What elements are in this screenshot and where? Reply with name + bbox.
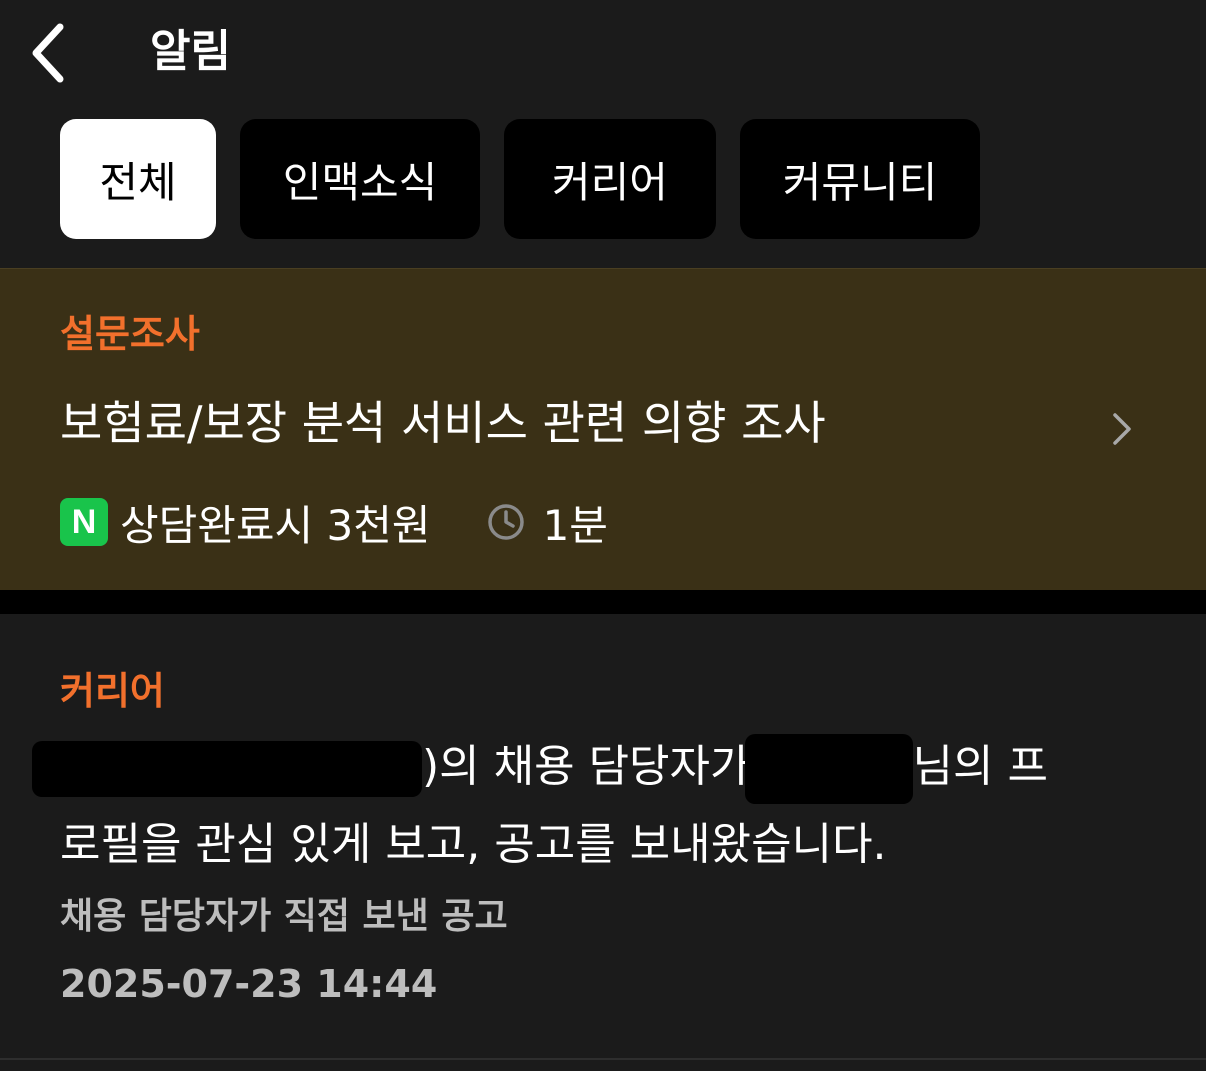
tab-network-news[interactable]: 인맥소식 [240, 119, 480, 239]
career-timestamp: 2025-07-23 14:44 [60, 962, 438, 1006]
career-message-part-2: 님의 프 [912, 741, 1048, 792]
survey-notification-card[interactable]: 설문조사 보험료/보장 분석 서비스 관련 의향 조사 N 상담완료시 3천원 … [0, 268, 1206, 591]
page-title: 알림 [150, 26, 231, 77]
survey-reward: 상담완료시 3천원 [120, 500, 431, 550]
tab-community[interactable]: 커뮤니티 [740, 119, 980, 239]
notifications-page: 알림 전체 인맥소식 커리어 커뮤니티 설문조사 보험료/보장 분석 서비스 관… [0, 0, 1206, 1071]
section-separator [0, 590, 1206, 614]
survey-duration: 1분 [542, 500, 608, 550]
chevron-left-icon [32, 23, 64, 83]
header: 알림 [0, 0, 1206, 110]
naver-pay-icon: N [60, 498, 108, 546]
career-subtitle: 채용 담당자가 직접 보낸 공고 [60, 896, 508, 937]
career-message: )의 채용 담당자가 님의 프 로필을 관심 있게 보고, 공고를 보내왔습니다. [32, 728, 1150, 884]
back-button[interactable] [18, 20, 78, 86]
career-message-line-1: )의 채용 담당자가 님의 프 [32, 728, 1150, 806]
clock-icon [487, 504, 524, 540]
career-category-label: 커리어 [60, 669, 165, 713]
survey-title: 보험료/보장 분석 서비스 관련 의향 조사 [60, 396, 826, 450]
survey-category-label: 설문조사 [60, 312, 200, 356]
career-message-part-1: )의 채용 담당자가 [422, 741, 751, 792]
chevron-right-icon [1113, 413, 1131, 445]
career-notification-item[interactable]: 커리어 )의 채용 담당자가 님의 프 로필을 관심 있게 보고, 공고를 보내왔… [0, 614, 1206, 1058]
survey-meta: N 상담완료시 3천원 1분 [60, 495, 608, 550]
career-message-line-2: 로필을 관심 있게 보고, 공고를 보내왔습니다. [60, 819, 887, 870]
tab-career[interactable]: 커리어 [504, 119, 716, 239]
redacted-user-name [744, 734, 913, 804]
list-divider [0, 1058, 1206, 1060]
tab-all[interactable]: 전체 [60, 119, 216, 239]
redacted-company-name [32, 741, 422, 797]
